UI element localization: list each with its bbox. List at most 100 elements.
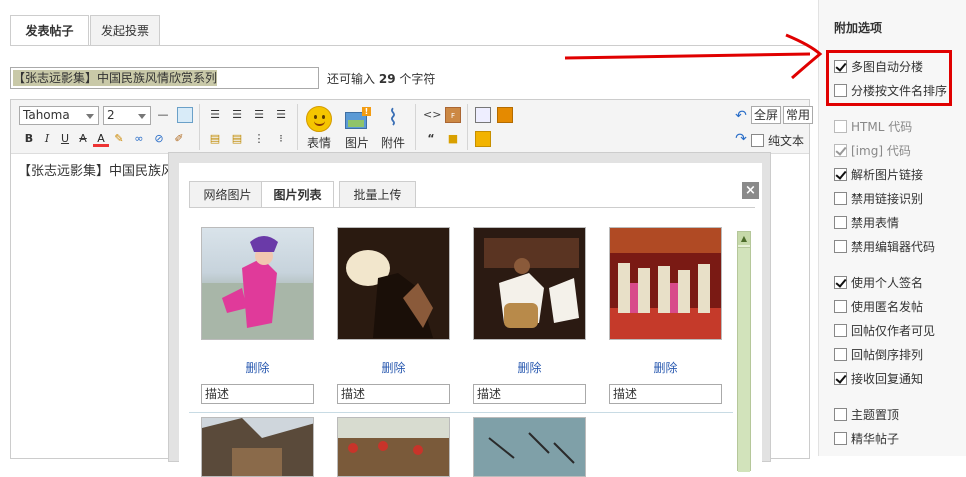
tab-new-post[interactable]: 发表帖子 — [10, 15, 89, 46]
scroll-up-icon[interactable]: ▲ — [738, 232, 750, 245]
description-input[interactable]: 描述 — [473, 384, 586, 404]
option-checkbox[interactable] — [834, 192, 847, 205]
option-checkbox[interactable] — [834, 432, 847, 445]
plaintext-toggle[interactable]: 纯文本 — [751, 132, 804, 149]
media-icon[interactable] — [497, 107, 513, 123]
float-right-icon[interactable]: ▤ — [229, 131, 245, 147]
option-label: HTML 代码 — [851, 120, 913, 134]
close-icon[interactable]: × — [742, 182, 759, 199]
option-checkbox[interactable] — [834, 240, 847, 253]
undo-icon[interactable]: ↶ — [733, 108, 749, 124]
option-8[interactable]: 使用个人签名 — [834, 275, 923, 293]
option-4[interactable]: 解析图片链接 — [834, 167, 923, 185]
unlink-icon[interactable]: ⊘ — [151, 131, 167, 147]
tab-web-image[interactable]: 网络图片 — [189, 181, 266, 208]
option-12[interactable]: 接收回复通知 — [834, 371, 923, 389]
shadow-puppet-image — [338, 228, 449, 339]
crowd-festival-image — [338, 418, 449, 476]
fullscreen-button[interactable]: 全屏 — [751, 106, 782, 124]
attach-button[interactable]: ⌇ 附件 — [375, 106, 411, 151]
font-select[interactable]: Tahoma — [19, 106, 99, 125]
delete-image-link[interactable]: 删除 — [337, 359, 450, 376]
option-label: 禁用编辑器代码 — [851, 240, 936, 254]
tab-new-poll[interactable]: 发起投票 — [90, 15, 160, 46]
option-checkbox[interactable] — [834, 408, 847, 421]
lock-icon[interactable]: ■ — [445, 131, 461, 147]
image-button[interactable]: ! 图片 — [339, 106, 375, 151]
description-input[interactable]: 描述 — [609, 384, 722, 404]
boats-river-image — [474, 418, 585, 476]
emoji-label: 表情 — [306, 136, 331, 150]
chevron-down-icon — [138, 114, 146, 119]
option-11[interactable]: 回帖倒序排列 — [834, 347, 923, 365]
description-input[interactable]: 描述 — [337, 384, 450, 404]
flash-icon[interactable] — [475, 131, 491, 147]
scroll-thumb[interactable] — [738, 247, 750, 472]
option-label: 回帖仅作者可见 — [851, 324, 936, 338]
option-10[interactable]: 回帖仅作者可见 — [834, 323, 935, 341]
ordered-list-icon[interactable]: ⋮ — [251, 131, 267, 147]
option-checkbox[interactable] — [834, 372, 847, 385]
option-14[interactable]: 精华帖子 — [834, 431, 899, 449]
clear-format-icon[interactable]: ✐ — [171, 131, 187, 147]
option-checkbox[interactable] — [834, 168, 847, 181]
plaintext-checkbox[interactable] — [751, 134, 764, 147]
editor-content[interactable]: 【张志远影集】中国民族风 — [18, 160, 174, 179]
float-left-icon[interactable]: ▤ — [207, 131, 223, 147]
quote-icon[interactable]: “ — [423, 131, 439, 147]
strikethrough-icon[interactable]: A — [75, 131, 91, 147]
size-select[interactable]: 2 — [103, 106, 151, 125]
description-input[interactable]: 描述 — [201, 384, 314, 404]
option-7[interactable]: 禁用编辑器代码 — [834, 239, 935, 257]
toolbar-separator — [297, 104, 298, 150]
option-13[interactable]: 主题置顶 — [834, 407, 899, 425]
tab-batch-upload[interactable]: 批量上传 — [339, 181, 416, 208]
image-thumbnail[interactable] — [609, 227, 722, 340]
free-icon[interactable]: F — [445, 107, 461, 123]
delete-image-link[interactable]: 删除 — [201, 359, 314, 376]
align-right-icon[interactable]: ☰ — [251, 107, 267, 123]
image-thumbnail[interactable] — [473, 417, 586, 477]
subject-value: 【张志远影集】中国民族风情欣赏系列 — [13, 70, 218, 86]
option-label: 精华帖子 — [851, 432, 900, 446]
subject-input[interactable]: 【张志远影集】中国民族风情欣赏系列 — [10, 67, 319, 89]
link-icon[interactable]: ∞ — [131, 131, 147, 147]
bold-icon[interactable]: B — [21, 131, 37, 147]
option-6[interactable]: 禁用表情 — [834, 215, 899, 233]
redo-icon[interactable]: ↷ — [733, 131, 749, 147]
common-button[interactable]: 常用 — [783, 106, 814, 124]
option-9[interactable]: 使用匿名发帖 — [834, 299, 923, 317]
page-icon[interactable] — [475, 107, 491, 123]
align-center-icon[interactable]: ☰ — [229, 107, 245, 123]
image-thumbnail[interactable] — [201, 227, 314, 340]
drummer-image — [474, 228, 585, 339]
code-icon[interactable]: <> — [423, 107, 441, 123]
opera-performer-image — [202, 236, 313, 339]
highlight-icon[interactable]: ✎ — [111, 131, 127, 147]
table-icon[interactable] — [177, 107, 193, 123]
image-thumbnail[interactable] — [201, 417, 314, 477]
image-thumbnail[interactable] — [473, 227, 586, 340]
image-thumbnail[interactable] — [337, 227, 450, 340]
option-2: HTML 代码 — [834, 119, 912, 137]
delete-image-link[interactable]: 删除 — [609, 359, 722, 376]
align-justify-icon[interactable]: ☰ — [273, 107, 289, 123]
option-checkbox[interactable] — [834, 348, 847, 361]
emoji-button[interactable]: 表情 — [301, 106, 337, 151]
hr-icon[interactable]: — — [155, 107, 171, 123]
italic-icon[interactable]: I — [39, 131, 55, 147]
option-5[interactable]: 禁用链接识别 — [834, 191, 923, 209]
image-thumbnail[interactable] — [337, 417, 450, 477]
align-left-icon[interactable]: ☰ — [207, 107, 223, 123]
text-color-icon[interactable]: A — [93, 131, 109, 147]
underline-icon[interactable]: U — [57, 131, 73, 147]
unordered-list-icon[interactable]: ⁝ — [273, 131, 289, 147]
option-checkbox[interactable] — [834, 216, 847, 229]
option-label: 主题置顶 — [851, 408, 900, 422]
tab-image-list[interactable]: 图片列表 — [261, 181, 334, 208]
option-checkbox[interactable] — [834, 300, 847, 313]
option-checkbox[interactable] — [834, 324, 847, 337]
delete-image-link[interactable]: 删除 — [473, 359, 586, 376]
option-checkbox[interactable] — [834, 276, 847, 289]
dialog-scrollbar[interactable]: ▲ — [737, 231, 751, 472]
